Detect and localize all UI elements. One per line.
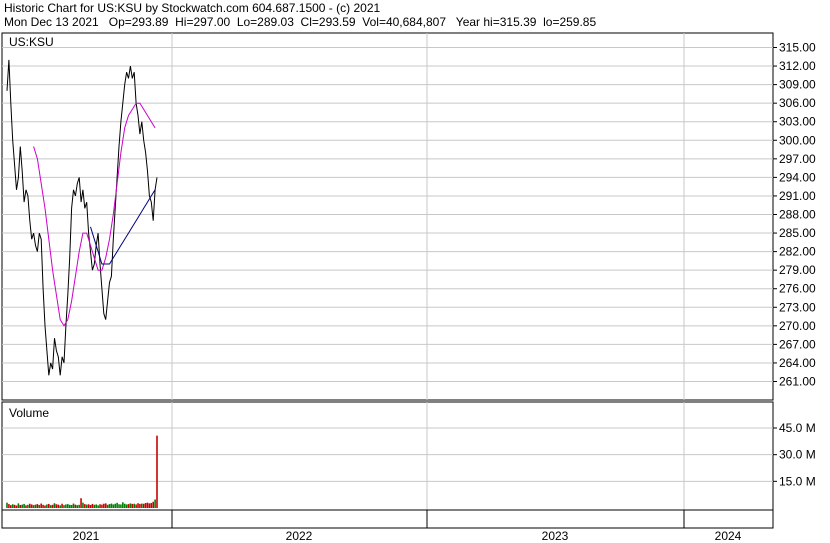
period-label: 2023 xyxy=(542,529,569,543)
volume-axis: 45.0 M 30.0 M 15.0 M xyxy=(773,421,816,488)
price-grid xyxy=(2,33,773,400)
period-label: 2021 xyxy=(73,529,100,543)
price-tick-label: 264.00 xyxy=(779,356,816,370)
price-tick-label: 279.00 xyxy=(779,263,816,277)
price-tick-label: 303.00 xyxy=(779,115,816,129)
volume-bars xyxy=(6,435,158,508)
price-axis: 315.00 312.00 309.00 306.00 303.00 300.00 297.… xyxy=(773,41,816,389)
series-line-moving-average-long xyxy=(90,189,156,265)
period-label: 2024 xyxy=(715,529,742,543)
volume-tick-label: 15.0 M xyxy=(779,474,816,488)
volume-panel-frame xyxy=(1,401,774,511)
price-panel-frame xyxy=(1,32,774,401)
price-tick-label: 291.00 xyxy=(779,189,816,203)
period-label: 2022 xyxy=(286,529,313,543)
symbol-label: US:KSU xyxy=(9,35,54,49)
time-axis: 2021 2022 2023 2024 xyxy=(73,510,742,543)
volume-tick-label: 30.0 M xyxy=(779,448,816,462)
price-tick-label: 288.00 xyxy=(779,208,816,222)
price-tick-label: 300.00 xyxy=(779,133,816,147)
price-tick-label: 294.00 xyxy=(779,170,816,184)
time-axis-frame xyxy=(1,509,774,529)
price-tick-label: 309.00 xyxy=(779,78,816,92)
price-tick-label: 276.00 xyxy=(779,282,816,296)
price-series xyxy=(6,59,158,376)
price-tick-label: 306.00 xyxy=(779,96,816,110)
price-tick-label: 267.00 xyxy=(779,337,816,351)
stock-chart: 315.00 312.00 309.00 306.00 303.00 300.00 297.… xyxy=(1,32,816,543)
price-tick-label: 297.00 xyxy=(779,152,816,166)
price-tick-label: 273.00 xyxy=(779,300,816,314)
price-tick-label: 270.00 xyxy=(779,319,816,333)
price-tick-label: 285.00 xyxy=(779,226,816,240)
volume-tick-label: 45.0 M xyxy=(779,421,816,435)
price-tick-label: 282.00 xyxy=(779,245,816,259)
price-tick-label: 312.00 xyxy=(779,59,816,73)
volume-label: Volume xyxy=(9,406,49,420)
volume-grid xyxy=(2,402,773,510)
price-tick-label: 315.00 xyxy=(779,41,816,55)
price-tick-label: 261.00 xyxy=(779,375,816,389)
series-line-price xyxy=(6,59,158,376)
